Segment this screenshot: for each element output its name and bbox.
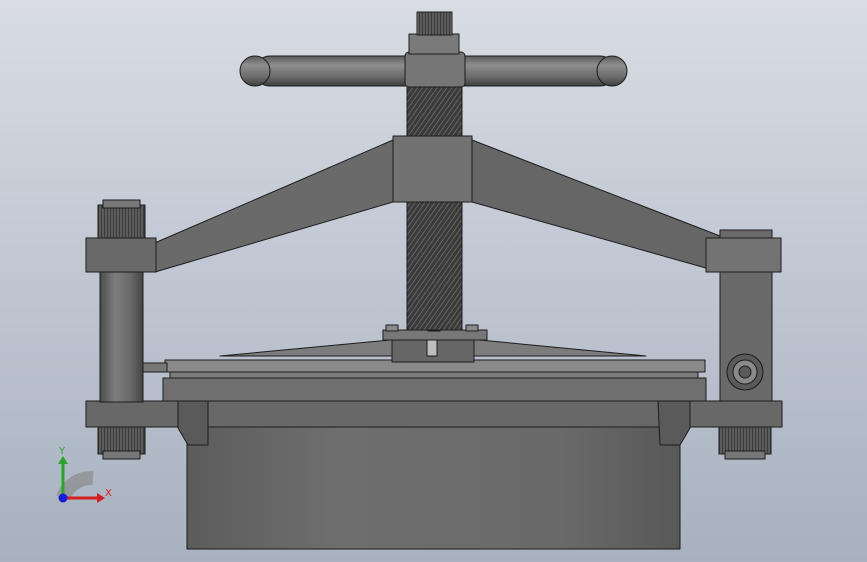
- y-axis-label: Y: [58, 446, 66, 457]
- x-axis-label: X: [105, 488, 112, 499]
- lower-housing[interactable]: [162, 371, 707, 550]
- coordinate-triad-icon[interactable]: X Y: [45, 438, 115, 508]
- press-assembly-model[interactable]: [0, 0, 867, 562]
- lead-screw[interactable]: [406, 84, 463, 331]
- t-handle[interactable]: [239, 11, 628, 88]
- screw-hub[interactable]: [382, 324, 488, 363]
- 3d-viewport[interactable]: X Y: [0, 0, 867, 562]
